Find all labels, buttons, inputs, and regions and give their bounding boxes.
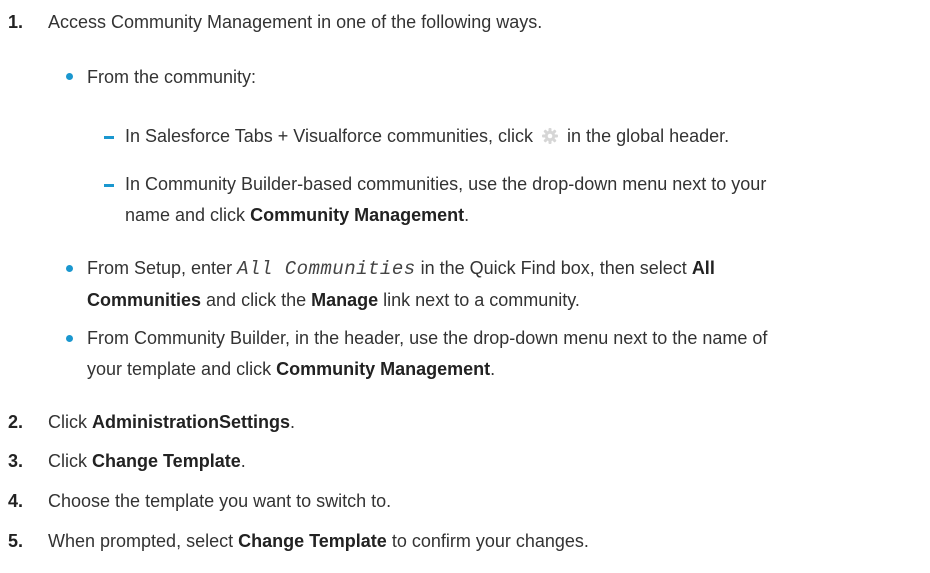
sub-a1-post: in the global header. [567,126,730,146]
dash-icon [104,184,114,187]
option-b-line1: From Setup, enter All Communities in the… [87,258,715,280]
option-a-text: From the community: [87,67,257,87]
bullet-icon [66,265,73,272]
step-1-number: 1. [8,12,24,32]
step-2-text: Click AdministrationSettings. [48,412,296,432]
step-5-number: 5. [8,531,24,551]
sub-a2-line2: name and click Community Management. [125,205,470,225]
step-3-number: 3. [8,451,24,471]
step-2-number: 2. [8,412,24,432]
step-4-text: Choose the template you want to switch t… [48,491,392,511]
gear-icon[interactable] [538,127,562,145]
sub-a1-pre: In Salesforce Tabs + Visualforce communi… [125,126,534,146]
dash-icon [104,136,114,139]
step-5-text: When prompted, select Change Template to… [48,531,589,551]
option-c-line1: From Community Builder, in the header, u… [87,328,768,348]
instructions-document: 1. Access Community Management in one of… [0,0,930,573]
step-3-text: Click Change Template. [48,451,246,471]
community-management-link: Community Management [250,205,465,225]
step-4-number: 4. [8,491,24,511]
quick-find-code: All Communities [237,258,416,280]
sub-a2-line1: In Community Builder-based communities, … [125,174,767,194]
sub-a1-text: In Salesforce Tabs + Visualforce communi… [125,124,729,148]
bullet-icon [66,73,73,80]
option-c-line2: your template and click Community Manage… [87,359,496,379]
step-1-text: Access Community Management in one of th… [48,12,543,32]
option-b-line2: Communities and click the Manage link ne… [87,290,580,310]
bullet-icon [66,335,73,342]
